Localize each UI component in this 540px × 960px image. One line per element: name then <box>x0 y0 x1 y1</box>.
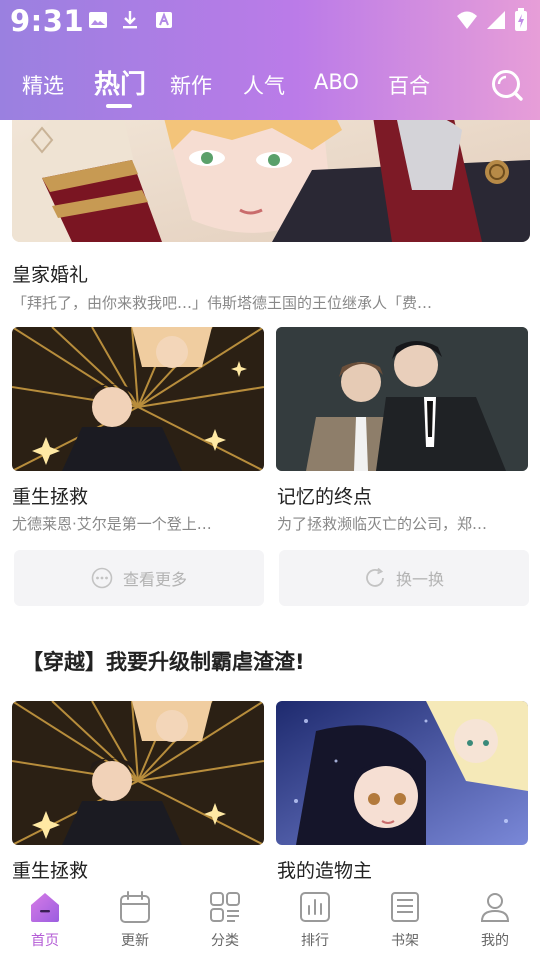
featured-description: 「拜托了，由你来救我吧…」伟斯塔德王国的王位继承人「费… <box>12 294 433 312</box>
status-time: 9:31 <box>10 4 85 38</box>
comic-title[interactable]: 重生拯救 <box>12 482 88 509</box>
signal-icon <box>487 11 505 29</box>
battery-icon <box>515 8 527 31</box>
view-more-label: 查看更多 <box>122 570 187 589</box>
active-tab-indicator <box>106 104 132 108</box>
wifi-icon <box>457 11 477 29</box>
text-app-icon <box>156 12 172 28</box>
ranking-icon <box>300 892 330 922</box>
nav-profile[interactable]: 我的 <box>450 890 540 950</box>
category-icon <box>210 892 240 922</box>
featured-title[interactable]: 皇家婚礼 <box>12 260 88 287</box>
nav-ranking[interactable]: 排行 <box>270 890 360 950</box>
nav-ranking-label: 排行 <box>301 933 329 949</box>
refresh-button[interactable]: 换一换 <box>279 550 529 606</box>
more-dots-icon <box>91 567 113 589</box>
bookshelf-icon <box>391 892 419 922</box>
comic-cover-image[interactable] <box>276 327 528 471</box>
content-feed: 皇家婚礼 「拜托了，由你来救我吧…」伟斯塔德王国的王位继承人「费… 重生拯救 尤… <box>0 120 540 880</box>
nav-bookshelf-label: 书架 <box>391 933 419 949</box>
refresh-icon <box>366 567 384 587</box>
tab-hot[interactable]: 热门 <box>94 64 146 101</box>
tab-popular[interactable]: 人气 <box>243 70 285 100</box>
comic-title[interactable]: 重生拯救 <box>12 856 88 880</box>
comic-cover-image[interactable] <box>12 701 264 845</box>
tab-abo[interactable]: ABO <box>314 70 359 94</box>
nav-updates[interactable]: 更新 <box>90 890 180 950</box>
comic-description: 为了拯救濒临灭亡的公司，郑… <box>277 515 488 533</box>
section-title: 【穿越】我要升级制霸虐渣渣! <box>22 650 305 674</box>
nav-categories[interactable]: 分类 <box>180 890 270 950</box>
category-tabs: 精选 热门 新作 人气 ABO 百合 <box>0 60 540 110</box>
top-header: 9:31 精选 热门 新作 人气 ABO 百合 <box>0 0 540 120</box>
refresh-label: 换一换 <box>395 570 444 589</box>
featured-banner-image[interactable] <box>12 120 530 242</box>
status-bar: 9:31 <box>0 0 540 44</box>
nav-home-label: 首页 <box>31 933 59 949</box>
download-icon <box>123 11 137 29</box>
tab-new[interactable]: 新作 <box>170 70 212 100</box>
bottom-navigation: 首页 更新 分类 排行 书架 我的 <box>0 880 540 960</box>
comic-title[interactable]: 记忆的终点 <box>277 482 372 509</box>
status-right <box>456 8 528 32</box>
comic-title[interactable]: 我的造物主 <box>277 856 372 880</box>
nav-profile-label: 我的 <box>481 933 509 949</box>
tab-yuri[interactable]: 百合 <box>388 70 430 100</box>
comic-cover-image[interactable] <box>12 327 264 471</box>
calendar-icon <box>120 891 150 923</box>
profile-icon <box>480 893 510 922</box>
home-icon <box>31 893 59 922</box>
comic-cover-image[interactable] <box>276 701 528 845</box>
tab-featured[interactable]: 精选 <box>22 70 64 100</box>
view-more-button[interactable]: 查看更多 <box>14 550 264 606</box>
nav-home[interactable]: 首页 <box>0 890 90 950</box>
nav-updates-label: 更新 <box>121 933 149 949</box>
search-icon[interactable] <box>490 68 524 102</box>
gallery-icon <box>89 12 107 28</box>
comic-description: 尤德莱恩·艾尔是第一个登上… <box>12 515 212 533</box>
nav-categories-label: 分类 <box>211 933 239 949</box>
nav-bookshelf[interactable]: 书架 <box>360 890 450 950</box>
